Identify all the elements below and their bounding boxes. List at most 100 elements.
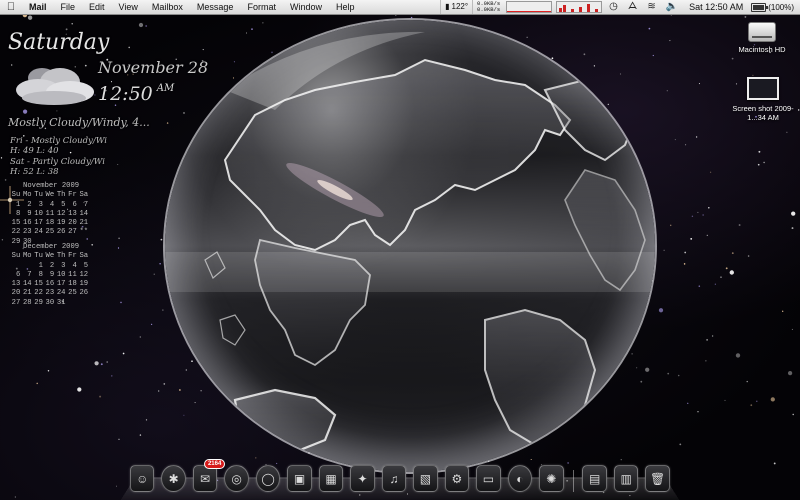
desktop-icon-macintosh-hd[interactable]: Macintosh HD: [732, 18, 792, 54]
calendar-day: 23: [22, 228, 32, 237]
time-machine-icon[interactable]: ◷: [604, 0, 623, 14]
menu-file[interactable]: File: [54, 0, 83, 14]
mail-icon[interactable]: ✉ 2164: [192, 459, 226, 492]
calendar-week-row: 13 14 15 16 17 18 19: [9, 280, 88, 289]
calendar-day: **: [79, 228, 89, 237]
desktop-icon-label: Macintosh HD: [738, 45, 786, 54]
safari-icon[interactable]: ◎: [224, 465, 249, 492]
battery-icon: [751, 2, 769, 12]
menu-mailbox[interactable]: Mailbox: [145, 0, 190, 14]
calendar-day: [65, 299, 76, 308]
desktop-icon-screenshot[interactable]: Screen shot 2009-1...34 AM: [728, 77, 798, 122]
preview-icon[interactable]: ✦: [350, 465, 375, 492]
calendar-day: 13: [11, 280, 21, 289]
calendar-day: 7: [83, 200, 89, 209]
calendar-day: 8: [38, 270, 43, 279]
wifi-icon[interactable]: ≋: [642, 0, 660, 14]
calendar-day: 15: [34, 280, 43, 289]
calendar-day: 17: [56, 280, 66, 289]
photo-icon[interactable]: ✺: [539, 465, 564, 492]
menu-message[interactable]: Message: [190, 0, 241, 14]
ichat-icon[interactable]: ◯: [255, 465, 281, 492]
calendar-day: 1: [38, 261, 43, 270]
finder-icon[interactable]: ☺: [130, 465, 155, 492]
bluetooth-icon[interactable]: ᗋ: [623, 0, 642, 14]
menu-bar:  Mail File Edit View Mailbox Message Fo…: [0, 0, 800, 15]
calendar-week-row: 6 7 8 9 10 11 12: [9, 271, 88, 280]
trash-icon[interactable]: 🗑: [645, 465, 670, 492]
network-graph[interactable]: [506, 1, 553, 13]
menu-mail[interactable]: Mail: [22, 0, 54, 14]
address-book-icon[interactable]: ▣: [287, 465, 312, 492]
calendar-title: December 2009: [23, 243, 80, 251]
battery-percent: (100%): [768, 2, 794, 12]
calendar-day: 12: [56, 209, 66, 218]
cloud-icon: [16, 68, 94, 105]
menu-clock[interactable]: Sat 12:50 AM: [683, 2, 749, 12]
calendar-day: 21: [22, 289, 32, 298]
ical-icon[interactable]: ▦: [318, 465, 344, 492]
time-machine-icon[interactable]: ◐: [507, 465, 533, 492]
forecast-temps: H: 52 L: 38: [10, 167, 59, 177]
apple-icon[interactable]: : [0, 0, 22, 14]
calendar-day: 9: [27, 209, 32, 218]
iphoto-icon[interactable]: ▧: [413, 465, 438, 492]
calendar-day: 21: [79, 219, 89, 228]
calendar-weekday: Sa: [79, 252, 89, 261]
calendar-weekday: Th: [56, 191, 66, 200]
calendar-weekday-row: Su Mo Tu We Th Fr Sa: [9, 191, 88, 200]
cpu-graph[interactable]: [556, 1, 603, 13]
desktop[interactable]: Saturday November 28 12:50 AM Mostly Clou…: [0, 0, 800, 500]
calendar-day: 4: [49, 200, 55, 209]
downloads-folder-icon[interactable]: ▤: [582, 465, 607, 492]
weather-condition: Mostly Cloudy/Windy, 4...: [8, 116, 150, 129]
calendar-day: 15: [11, 219, 21, 228]
calendar-week-row: 15 16 17 18 19 20 21: [9, 219, 88, 228]
calendar-weekday: Su: [11, 191, 21, 200]
calendar-day: 1: [15, 200, 21, 209]
glass-globe: [165, 20, 655, 472]
terminal-icon[interactable]: ▭: [476, 465, 501, 492]
network-monitor[interactable]: 0.0KB/s 0.0KB/s: [473, 1, 504, 13]
net-down: 0.0KB/s: [477, 6, 501, 13]
calendar-day: 24: [34, 228, 43, 237]
calendar-day: 25: [68, 289, 77, 298]
calendar-day: 14: [79, 209, 89, 218]
dock-items: ☺ ✱ ✉ 2164 ◎ ◯ ▣ ▦ ✦ ♫ ▧ ⚙ ▭ ◐ ✺ ▤ ▥ 🗑: [130, 459, 670, 492]
menu-edit[interactable]: Edit: [82, 0, 112, 14]
calendar-day: 8: [15, 209, 21, 218]
menu-window[interactable]: Window: [283, 0, 329, 14]
calendar-day: 16: [45, 280, 55, 289]
calendar-weekday: Tu: [34, 252, 43, 261]
forecast-line: Fri - Mostly Cloudy/Wi: [10, 136, 108, 146]
calendar-day: 30: [45, 298, 55, 307]
time-ampm: AM: [156, 83, 175, 94]
temperature-value: 122°: [451, 2, 469, 11]
menu-help[interactable]: Help: [329, 0, 362, 14]
calendar-day: 20: [68, 219, 77, 228]
battery-status[interactable]: (100%): [749, 2, 800, 12]
calendar-weekday: Su: [11, 252, 21, 261]
calendar-day: 31: [56, 298, 66, 307]
weather-time: 12:50 AM: [98, 83, 174, 105]
menu-format[interactable]: Format: [240, 0, 283, 14]
calendar-day: 14: [22, 280, 32, 289]
hard-drive-icon: [748, 22, 776, 42]
calendar-day: 24: [56, 289, 66, 298]
system-preferences-icon[interactable]: ⚙: [444, 465, 470, 492]
weather-date: November 28: [98, 58, 209, 77]
calendar-day: 5: [61, 200, 66, 209]
volume-icon[interactable]: 🔈: [661, 0, 683, 14]
calendar-day: 18: [68, 280, 77, 289]
calendar-week-row: 20 21 22 23 24 25 26: [9, 289, 88, 298]
calendar-week-row: 1234567: [9, 201, 88, 210]
itunes-icon[interactable]: ♫: [381, 465, 407, 492]
documents-folder-icon[interactable]: ▥: [613, 465, 639, 492]
temperature-monitor[interactable]: ▮ 122°: [440, 0, 474, 14]
calendar-day: 29: [34, 298, 43, 307]
calendar-weekday: We: [45, 191, 55, 200]
calendar-day: 25: [45, 228, 55, 237]
app-icon[interactable]: ✱: [161, 465, 186, 492]
calendar-weekday: Th: [56, 252, 66, 261]
menu-view[interactable]: View: [112, 0, 145, 14]
